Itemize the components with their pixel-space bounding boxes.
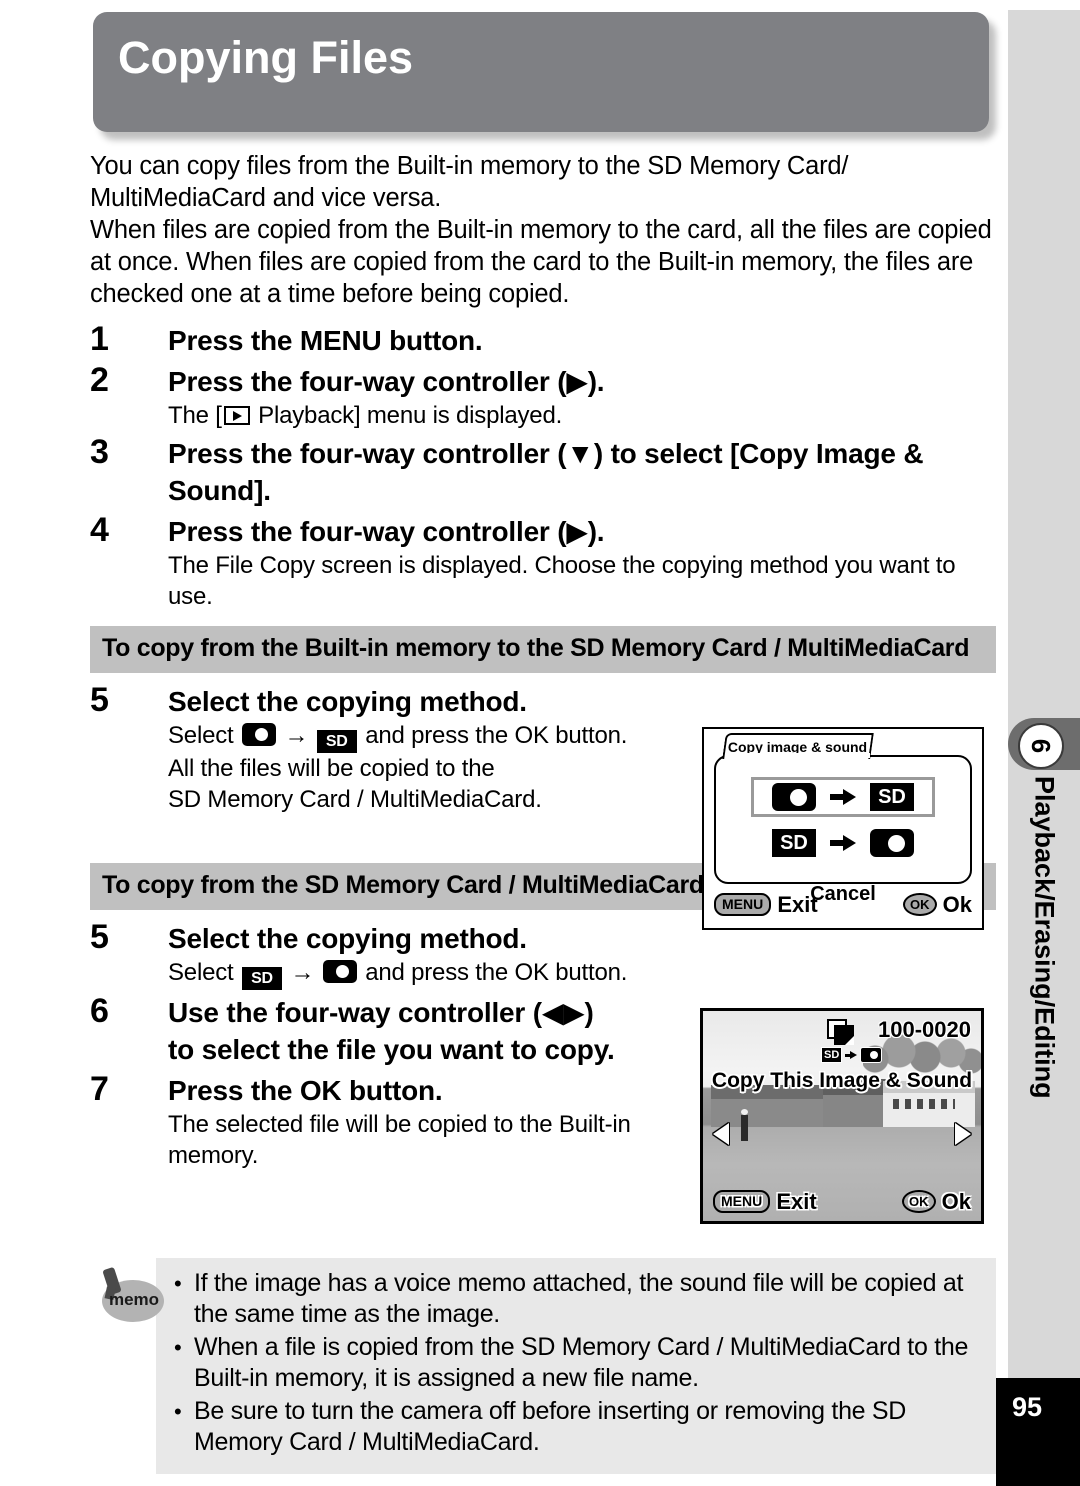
file-number: 100-0020	[878, 1017, 971, 1042]
memo-icon-label: memo	[108, 1290, 160, 1309]
step-2-description: The [ Playback] menu is displayed.	[168, 400, 996, 431]
section-2-step-6-number: 6	[90, 992, 109, 1030]
copy-pages-icon	[827, 1019, 857, 1045]
section-2-step-5-description: Select SD → and press the OK button.	[168, 957, 996, 990]
step-2: 2 Press the four-way controller (▶). The…	[90, 361, 996, 431]
step-4-heading: Press the four-way controller (▶).	[168, 513, 996, 550]
arrow-right-icon	[845, 1050, 858, 1060]
sd-to-memory-indicator: SD	[821, 1047, 883, 1063]
chapter-label-text: Playback/Erasing/Editing	[1029, 776, 1060, 1099]
section-2-step-5-number: 5	[90, 918, 109, 956]
dialog-panel: SD SD Cancel	[714, 755, 972, 905]
step-4-heading-b: ).	[587, 516, 605, 547]
s1s5-b: and press the OK button.	[358, 722, 628, 749]
camera-screen-copy-menu: Copy image & sound SD SD Cancel MENU Exi…	[702, 727, 984, 930]
memo-box: If the image has a voice memo attached, …	[156, 1258, 996, 1474]
chapter-label: Playback/Erasing/Editing	[1008, 776, 1080, 1336]
tab-seam	[726, 753, 870, 758]
step-1: 1 Press the MENU button.	[90, 320, 996, 359]
step-3-heading: Press the four-way controller (▼) to sel…	[168, 435, 996, 509]
arrow-right-icon	[830, 835, 856, 851]
step-3-number: 3	[90, 433, 109, 471]
step-4-heading-a: Press the four-way controller (	[168, 516, 567, 547]
right-arrow-icon: ▶	[566, 366, 588, 397]
page-title: Copying Files	[118, 32, 414, 83]
step-2-desc-b: Playback] menu is displayed.	[251, 402, 563, 429]
sd-card-icon: SD	[316, 730, 357, 753]
step-2-heading-b: ).	[587, 366, 605, 397]
memo-item: If the image has a voice memo attached, …	[170, 1268, 982, 1330]
step-1-number: 1	[90, 320, 109, 358]
step-4-number: 4	[90, 511, 109, 549]
menu-exit-control[interactable]: MENU Exit	[713, 1189, 817, 1215]
arrow-right-icon	[830, 789, 856, 805]
ok-button-icon: OK	[902, 1190, 936, 1213]
right-arrow-icon: ▶	[566, 516, 588, 547]
intro-paragraph-2: When files are copied from the Built-in …	[90, 216, 992, 308]
playback-icon	[223, 406, 250, 425]
photo-caption: Copy This Image & Sound	[711, 1069, 973, 1092]
section-header-1: To copy from the Built-in memory to the …	[90, 626, 996, 673]
arrow-icon: →	[290, 959, 315, 986]
sd-card-icon: SD	[772, 829, 816, 857]
s1s5-a: Select	[168, 722, 240, 749]
page-number: 95	[996, 1378, 1080, 1486]
photo-person	[741, 1109, 748, 1141]
ok-label: Ok	[941, 1189, 971, 1214]
step-2-heading-a: Press the four-way controller (	[168, 366, 567, 397]
arrow-icon: →	[284, 722, 309, 749]
built-in-memory-icon	[322, 960, 357, 983]
ok-control[interactable]: OK Ok	[902, 1189, 971, 1215]
previous-image-arrow[interactable]	[713, 1123, 729, 1145]
step-2-number: 2	[90, 361, 109, 399]
s2s6-a: Use the four-way controller (	[168, 997, 542, 1028]
built-in-memory-icon	[870, 829, 914, 857]
memo-item: When a file is copied from the SD Memory…	[170, 1332, 982, 1394]
section-2-step-5: 5 Select the copying method. Select SD →…	[90, 918, 996, 990]
page-title-banner: Copying Files	[93, 12, 989, 132]
s2s5-a: Select	[168, 959, 240, 986]
section-2-step-7-description: The selected file will be copied to the …	[168, 1111, 631, 1169]
sd-card-icon: SD	[821, 1047, 843, 1063]
step-2-heading: Press the four-way controller (▶).	[168, 363, 996, 400]
built-in-memory-icon	[860, 1047, 883, 1063]
s2s6-b: )	[584, 997, 594, 1028]
memo-icon: memo	[96, 1266, 168, 1326]
copy-option-sd-to-memory[interactable]: SD	[716, 829, 970, 857]
section-1-step-5-number: 5	[90, 681, 109, 719]
step-2-desc-a: The [	[168, 402, 222, 429]
photo-windows	[893, 1099, 955, 1109]
chapter-tab[interactable]: 6	[1008, 718, 1080, 770]
memo-list: If the image has a voice memo attached, …	[170, 1268, 982, 1458]
chapter-number: 6	[1018, 723, 1064, 769]
left-right-arrow-icon: ◀▶	[541, 997, 585, 1028]
sd-card-icon: SD	[870, 783, 914, 811]
step-1-heading: Press the MENU button.	[168, 325, 483, 356]
step-3: 3 Press the four-way controller (▼) to s…	[90, 433, 996, 509]
section-1-step-5-heading: Select the copying method.	[168, 686, 527, 717]
cancel-option[interactable]: Cancel	[716, 883, 970, 906]
copy-option-memory-to-sd[interactable]: SD	[716, 777, 970, 817]
s2s5-b: and press the OK button.	[358, 959, 628, 986]
sd-card-icon: SD	[241, 967, 282, 990]
step-3-heading-a: Press the four-way controller (	[168, 438, 567, 469]
menu-exit-label: Exit	[776, 1189, 817, 1214]
next-image-arrow[interactable]	[955, 1123, 971, 1145]
menu-button-icon: MENU	[713, 1190, 771, 1213]
down-arrow-icon: ▼	[566, 438, 594, 469]
built-in-memory-icon	[772, 783, 816, 811]
step-4: 4 Press the four-way controller (▶). The…	[90, 511, 996, 612]
step-4-description: The File Copy screen is displayed. Choos…	[168, 552, 956, 610]
intro-paragraph-1: You can copy files from the Built-in mem…	[90, 152, 849, 212]
section-2-step-7-number: 7	[90, 1070, 109, 1108]
selected-option-highlight: SD	[751, 777, 935, 817]
built-in-memory-icon	[241, 723, 276, 746]
copy-icon-front-page	[834, 1025, 854, 1045]
memo-item: Be sure to turn the camera off before in…	[170, 1396, 982, 1458]
camera-screen-photo-select: 100-0020 SD Copy This Image & Sound MENU…	[700, 1008, 984, 1224]
